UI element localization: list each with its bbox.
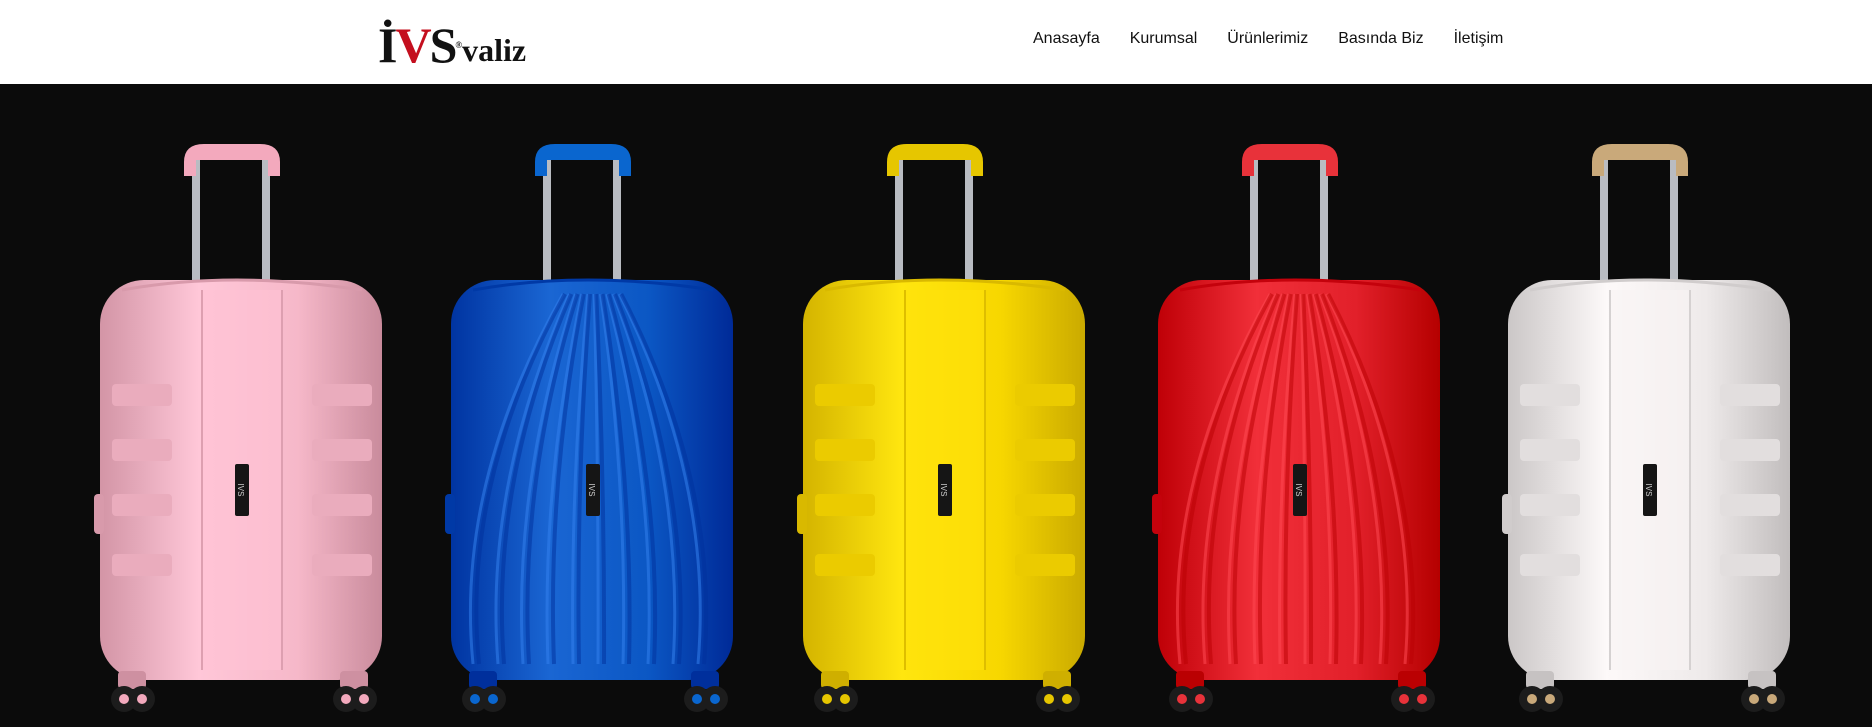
brand-badge-text: IVS	[939, 484, 948, 497]
side-rib	[1720, 439, 1780, 461]
nav-item-basinda-biz[interactable]: Basında Biz	[1338, 30, 1423, 48]
logo-letter-v: V	[395, 17, 431, 73]
side-rib	[1520, 384, 1580, 406]
side-handle	[797, 494, 807, 534]
nav-item-urunlerimiz[interactable]: Ürünlerimiz	[1227, 30, 1308, 48]
wheel-hub	[840, 694, 850, 704]
side-handle	[1152, 494, 1162, 534]
wheel-hub	[822, 694, 832, 704]
side-rib	[815, 554, 875, 576]
side-rib	[1520, 439, 1580, 461]
hero-banner: IVS IVS IVS IVS IVS	[0, 84, 1872, 727]
wheel-hub	[1399, 694, 1409, 704]
main-nav: Anasayfa Kurumsal Ürünlerimiz Basında Bi…	[1033, 30, 1503, 48]
wheel-hub	[710, 694, 720, 704]
side-handle	[445, 494, 455, 534]
brand-badge-text: IVS	[1294, 484, 1303, 497]
side-rib	[1015, 494, 1075, 516]
wheel-hub	[1767, 694, 1777, 704]
suitcase-blue: IVS	[445, 144, 733, 712]
side-rib	[1720, 554, 1780, 576]
side-rib	[1015, 384, 1075, 406]
nav-item-anasayfa[interactable]: Anasayfa	[1033, 30, 1100, 48]
side-rib	[112, 494, 172, 516]
nav-item-iletisim[interactable]: İletişim	[1454, 30, 1504, 48]
logo-mark: İ V S ®	[378, 16, 462, 73]
suitcase-yellow: IVS	[797, 144, 1085, 712]
brand-badge-text: IVS	[587, 484, 596, 497]
ivs-valiz-logo[interactable]: İ V S ® valiz	[378, 20, 527, 70]
wheel-hub	[1545, 694, 1555, 704]
brand-badge-text: IVS	[236, 484, 245, 497]
side-rib	[312, 439, 372, 461]
side-rib	[1015, 439, 1075, 461]
logo-letter-i: İ	[378, 17, 398, 73]
wheel-hub	[470, 694, 480, 704]
wheel-hub	[1062, 694, 1072, 704]
wheel-hub	[137, 694, 147, 704]
side-rib	[1720, 494, 1780, 516]
site-header: İ V S ® valiz Anasayfa Kurumsal Ürünleri…	[0, 0, 1872, 84]
side-rib	[112, 384, 172, 406]
suitcase-white: IVS	[1502, 144, 1790, 712]
wheel-hub	[119, 694, 129, 704]
side-rib	[1520, 494, 1580, 516]
wheel-hub	[1195, 694, 1205, 704]
side-rib	[312, 554, 372, 576]
side-rib	[112, 554, 172, 576]
logo-letter-s: S	[429, 17, 458, 73]
logo-word: valiz	[462, 32, 527, 68]
side-rib	[312, 494, 372, 516]
wheel-hub	[1177, 694, 1187, 704]
side-rib	[1520, 554, 1580, 576]
side-rib	[815, 439, 875, 461]
wheel-hub	[359, 694, 369, 704]
wheel-hub	[1044, 694, 1054, 704]
wheel-hub	[692, 694, 702, 704]
suitcase-red: IVS	[1152, 144, 1440, 712]
nav-item-kurumsal[interactable]: Kurumsal	[1130, 30, 1198, 48]
wheel-hub	[1417, 694, 1427, 704]
side-rib	[312, 384, 372, 406]
side-rib	[1015, 554, 1075, 576]
wheel-hub	[1527, 694, 1537, 704]
brand-badge-text: IVS	[1644, 484, 1653, 497]
side-rib	[815, 494, 875, 516]
wheel-hub	[341, 694, 351, 704]
side-handle	[94, 494, 104, 534]
wheel-hub	[1749, 694, 1759, 704]
side-rib	[112, 439, 172, 461]
side-rib	[1720, 384, 1780, 406]
wheel-hub	[488, 694, 498, 704]
side-handle	[1502, 494, 1512, 534]
side-rib	[815, 384, 875, 406]
registered-mark: ®	[455, 40, 462, 50]
suitcase-pink: IVS	[94, 144, 382, 712]
